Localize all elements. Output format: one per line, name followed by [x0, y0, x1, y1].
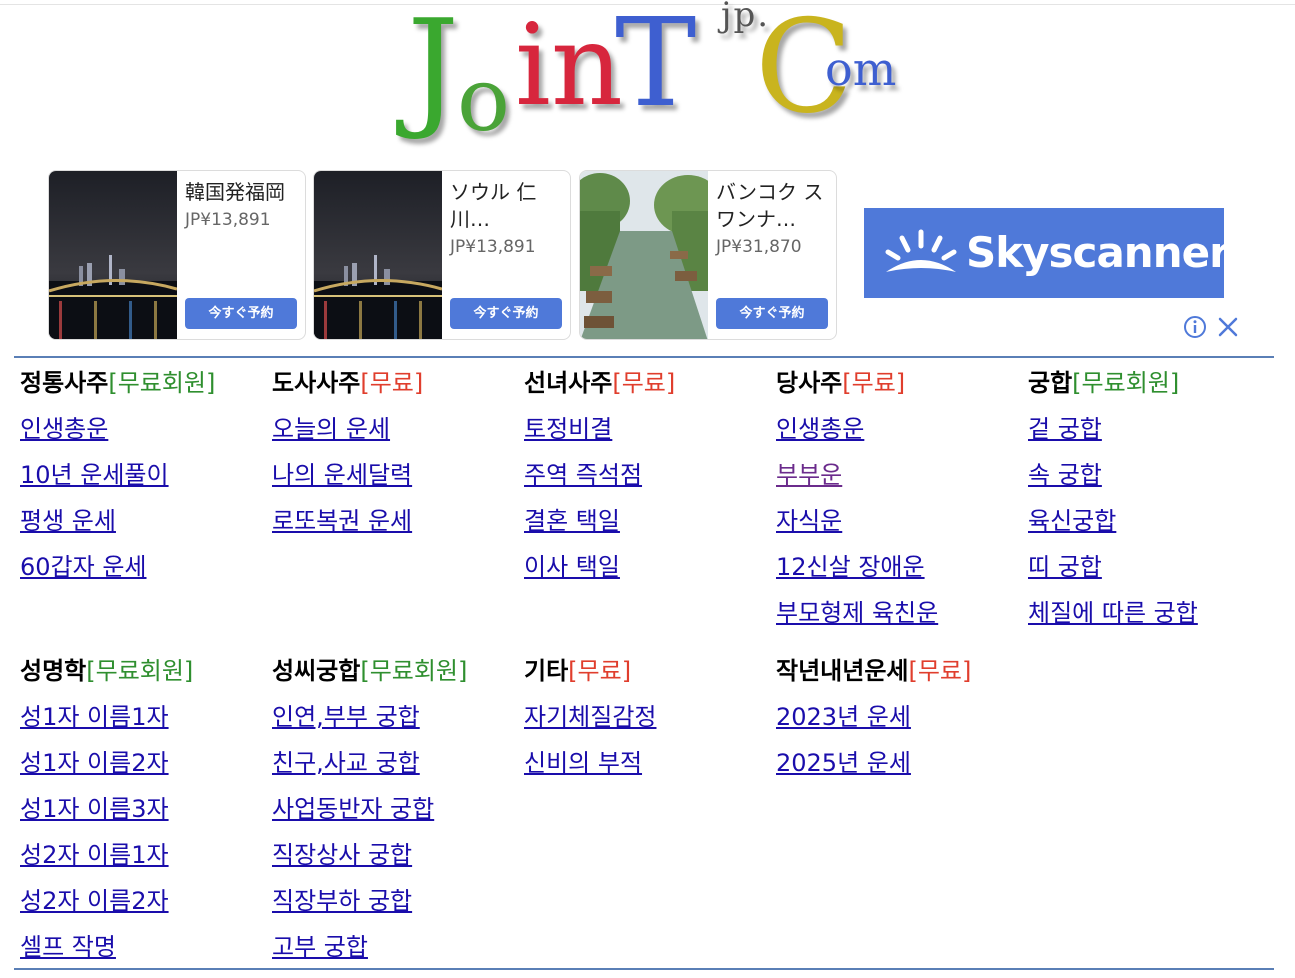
ad-price: JP¥13,891: [450, 237, 536, 257]
menu-link[interactable]: 고부 궁합: [272, 932, 522, 962]
divider-bottom: [14, 968, 1274, 970]
menu-link[interactable]: 자기체질감정: [524, 702, 774, 732]
menu-link[interactable]: 부모형제 육친운: [776, 598, 1026, 628]
logo-letter: o: [457, 48, 510, 151]
menu-link[interactable]: 오늘의 운세: [272, 414, 522, 444]
menu-link[interactable]: 육신궁합: [1028, 506, 1278, 536]
menu-link[interactable]: 겉 궁합: [1028, 414, 1278, 444]
section-tag: [무료]: [360, 369, 424, 397]
book-now-button[interactable]: 今すぐ予約: [450, 298, 562, 329]
section-title: 작년내년운세: [776, 657, 909, 685]
divider-top: [14, 356, 1274, 358]
menu-link[interactable]: 자식운: [776, 506, 1026, 536]
ad-price: JP¥31,870: [716, 237, 802, 257]
section-tag: [무료회원]: [108, 369, 216, 397]
section-tag: [무료회원]: [360, 657, 468, 685]
section-tag: [무료]: [908, 657, 972, 685]
ad-title[interactable]: ソウル 仁川…: [450, 179, 562, 233]
menu-link[interactable]: 2025년 운세: [776, 748, 1026, 778]
menu-link[interactable]: 성1자 이름3자: [20, 794, 270, 824]
section-tag: [무료]: [842, 369, 906, 397]
menu-link[interactable]: 10년 운세풀이: [20, 460, 270, 490]
ad-close-icon[interactable]: [1216, 315, 1240, 339]
menu-link[interactable]: 직장부하 궁합: [272, 886, 522, 916]
section-title: 당사주: [776, 369, 843, 397]
section-tag: [무료]: [612, 369, 676, 397]
section-title: 선녀사주: [524, 369, 613, 397]
ad-price: JP¥13,891: [185, 210, 271, 230]
menu-link[interactable]: 결혼 택일: [524, 506, 774, 536]
menu-link[interactable]: 주역 즉석점: [524, 460, 774, 490]
menu-section-dang-saju: 당사주[무료] 인생총운 부부운 자식운 12신살 장애운 부모형제 육친운: [776, 368, 1026, 628]
section-tag: [무료회원]: [86, 657, 194, 685]
section-title: 성씨궁합: [272, 657, 361, 685]
menu-link[interactable]: 부부운: [776, 460, 1026, 490]
ad-card[interactable]: バンコク スワンナ… JP¥31,870 今すぐ予約: [579, 170, 837, 340]
menu-link[interactable]: 성2자 이름2자: [20, 886, 270, 916]
ad-title[interactable]: バンコク スワンナ…: [716, 179, 828, 233]
menu-link[interactable]: 이사 택일: [524, 552, 774, 582]
section-title: 도사사주: [272, 369, 361, 397]
menu-section-dosa-saju: 도사사주[무료] 오늘의 운세 나의 운세달력 로또복권 운세: [272, 368, 522, 536]
site-logo[interactable]: J o in T jp. C om: [395, 0, 915, 165]
ad-info-icon[interactable]: [1183, 315, 1207, 339]
menu-section-gita: 기타[무료] 자기체질감정 신비의 부적: [524, 656, 774, 778]
menu-link[interactable]: 띠 궁합: [1028, 552, 1278, 582]
menu-link[interactable]: 사업동반자 궁합: [272, 794, 522, 824]
book-now-button[interactable]: 今すぐ予約: [185, 298, 297, 329]
ad-title[interactable]: 韓国発福岡: [185, 179, 297, 206]
section-tag: [무료회원]: [1072, 369, 1180, 397]
menu-link[interactable]: 성1자 이름2자: [20, 748, 270, 778]
menu-link[interactable]: 신비의 부적: [524, 748, 774, 778]
ad-image-night-bridge: [314, 171, 442, 339]
section-title: 성명학: [20, 657, 87, 685]
section-title: 정통사주: [20, 369, 109, 397]
logo-letter: in: [515, 1, 623, 131]
menu-link[interactable]: 셀프 작명: [20, 932, 270, 962]
section-title: 기타: [524, 657, 569, 685]
ad-card[interactable]: 韓国発福岡 JP¥13,891 今すぐ予約: [48, 170, 306, 340]
ad-card[interactable]: ソウル 仁川… JP¥13,891 今すぐ予約: [313, 170, 571, 340]
menu-link[interactable]: 60갑자 운세: [20, 552, 270, 582]
skyscanner-banner[interactable]: Skyscanner: [864, 208, 1230, 298]
menu-link[interactable]: 인연,부부 궁합: [272, 702, 522, 732]
sunrise-icon: [885, 229, 957, 272]
skyscanner-label: Skyscanner: [966, 228, 1230, 277]
menu-link[interactable]: 토정비결: [524, 414, 774, 444]
logo-letter: T: [615, 0, 697, 134]
menu-link[interactable]: 친구,사교 궁합: [272, 748, 522, 778]
section-title: 궁합: [1028, 369, 1073, 397]
ad-image-night-bridge: [49, 171, 177, 339]
menu-link[interactable]: 로또복권 운세: [272, 506, 522, 536]
ad-image-canal: [580, 171, 708, 339]
menu-section-seonnyeo-saju: 선녀사주[무료] 토정비결 주역 즉석점 결혼 택일 이사 택일: [524, 368, 774, 582]
menu-section-gunghap: 궁합[무료회원] 겉 궁합 속 궁합 육신궁합 띠 궁합 체질에 따른 궁합: [1028, 368, 1278, 628]
menu-link[interactable]: 성1자 이름1자: [20, 702, 270, 732]
logo-letter: om: [825, 42, 897, 96]
menu-link[interactable]: 12신살 장애운: [776, 552, 1026, 582]
menu-link[interactable]: 직장상사 궁합: [272, 840, 522, 870]
menu-section-seongssi-gunghap: 성씨궁합[무료회원] 인연,부부 궁합 친구,사교 궁합 사업동반자 궁합 직장…: [272, 656, 522, 962]
menu-link[interactable]: 2023년 운세: [776, 702, 1026, 732]
menu-link[interactable]: 인생총운: [776, 414, 1026, 444]
menu-link[interactable]: 인생총운: [20, 414, 270, 444]
menu-section-yearly-fortune: 작년내년운세[무료] 2023년 운세 2025년 운세: [776, 656, 1026, 778]
book-now-button[interactable]: 今すぐ予約: [716, 298, 828, 329]
menu-link[interactable]: 체질에 따른 궁합: [1028, 598, 1278, 628]
logo-letter: J: [407, 0, 460, 143]
menu-link[interactable]: 속 궁합: [1028, 460, 1278, 490]
menu-link[interactable]: 나의 운세달력: [272, 460, 522, 490]
menu-section-jeongtong-saju: 정통사주[무료회원] 인생총운 10년 운세풀이 평생 운세 60갑자 운세: [20, 368, 270, 582]
menu-section-seongmyeonghak: 성명학[무료회원] 성1자 이름1자 성1자 이름2자 성1자 이름3자 성2자…: [20, 656, 270, 962]
menu-link[interactable]: 평생 운세: [20, 506, 270, 536]
section-tag: [무료]: [568, 657, 632, 685]
menu-link[interactable]: 성2자 이름1자: [20, 840, 270, 870]
